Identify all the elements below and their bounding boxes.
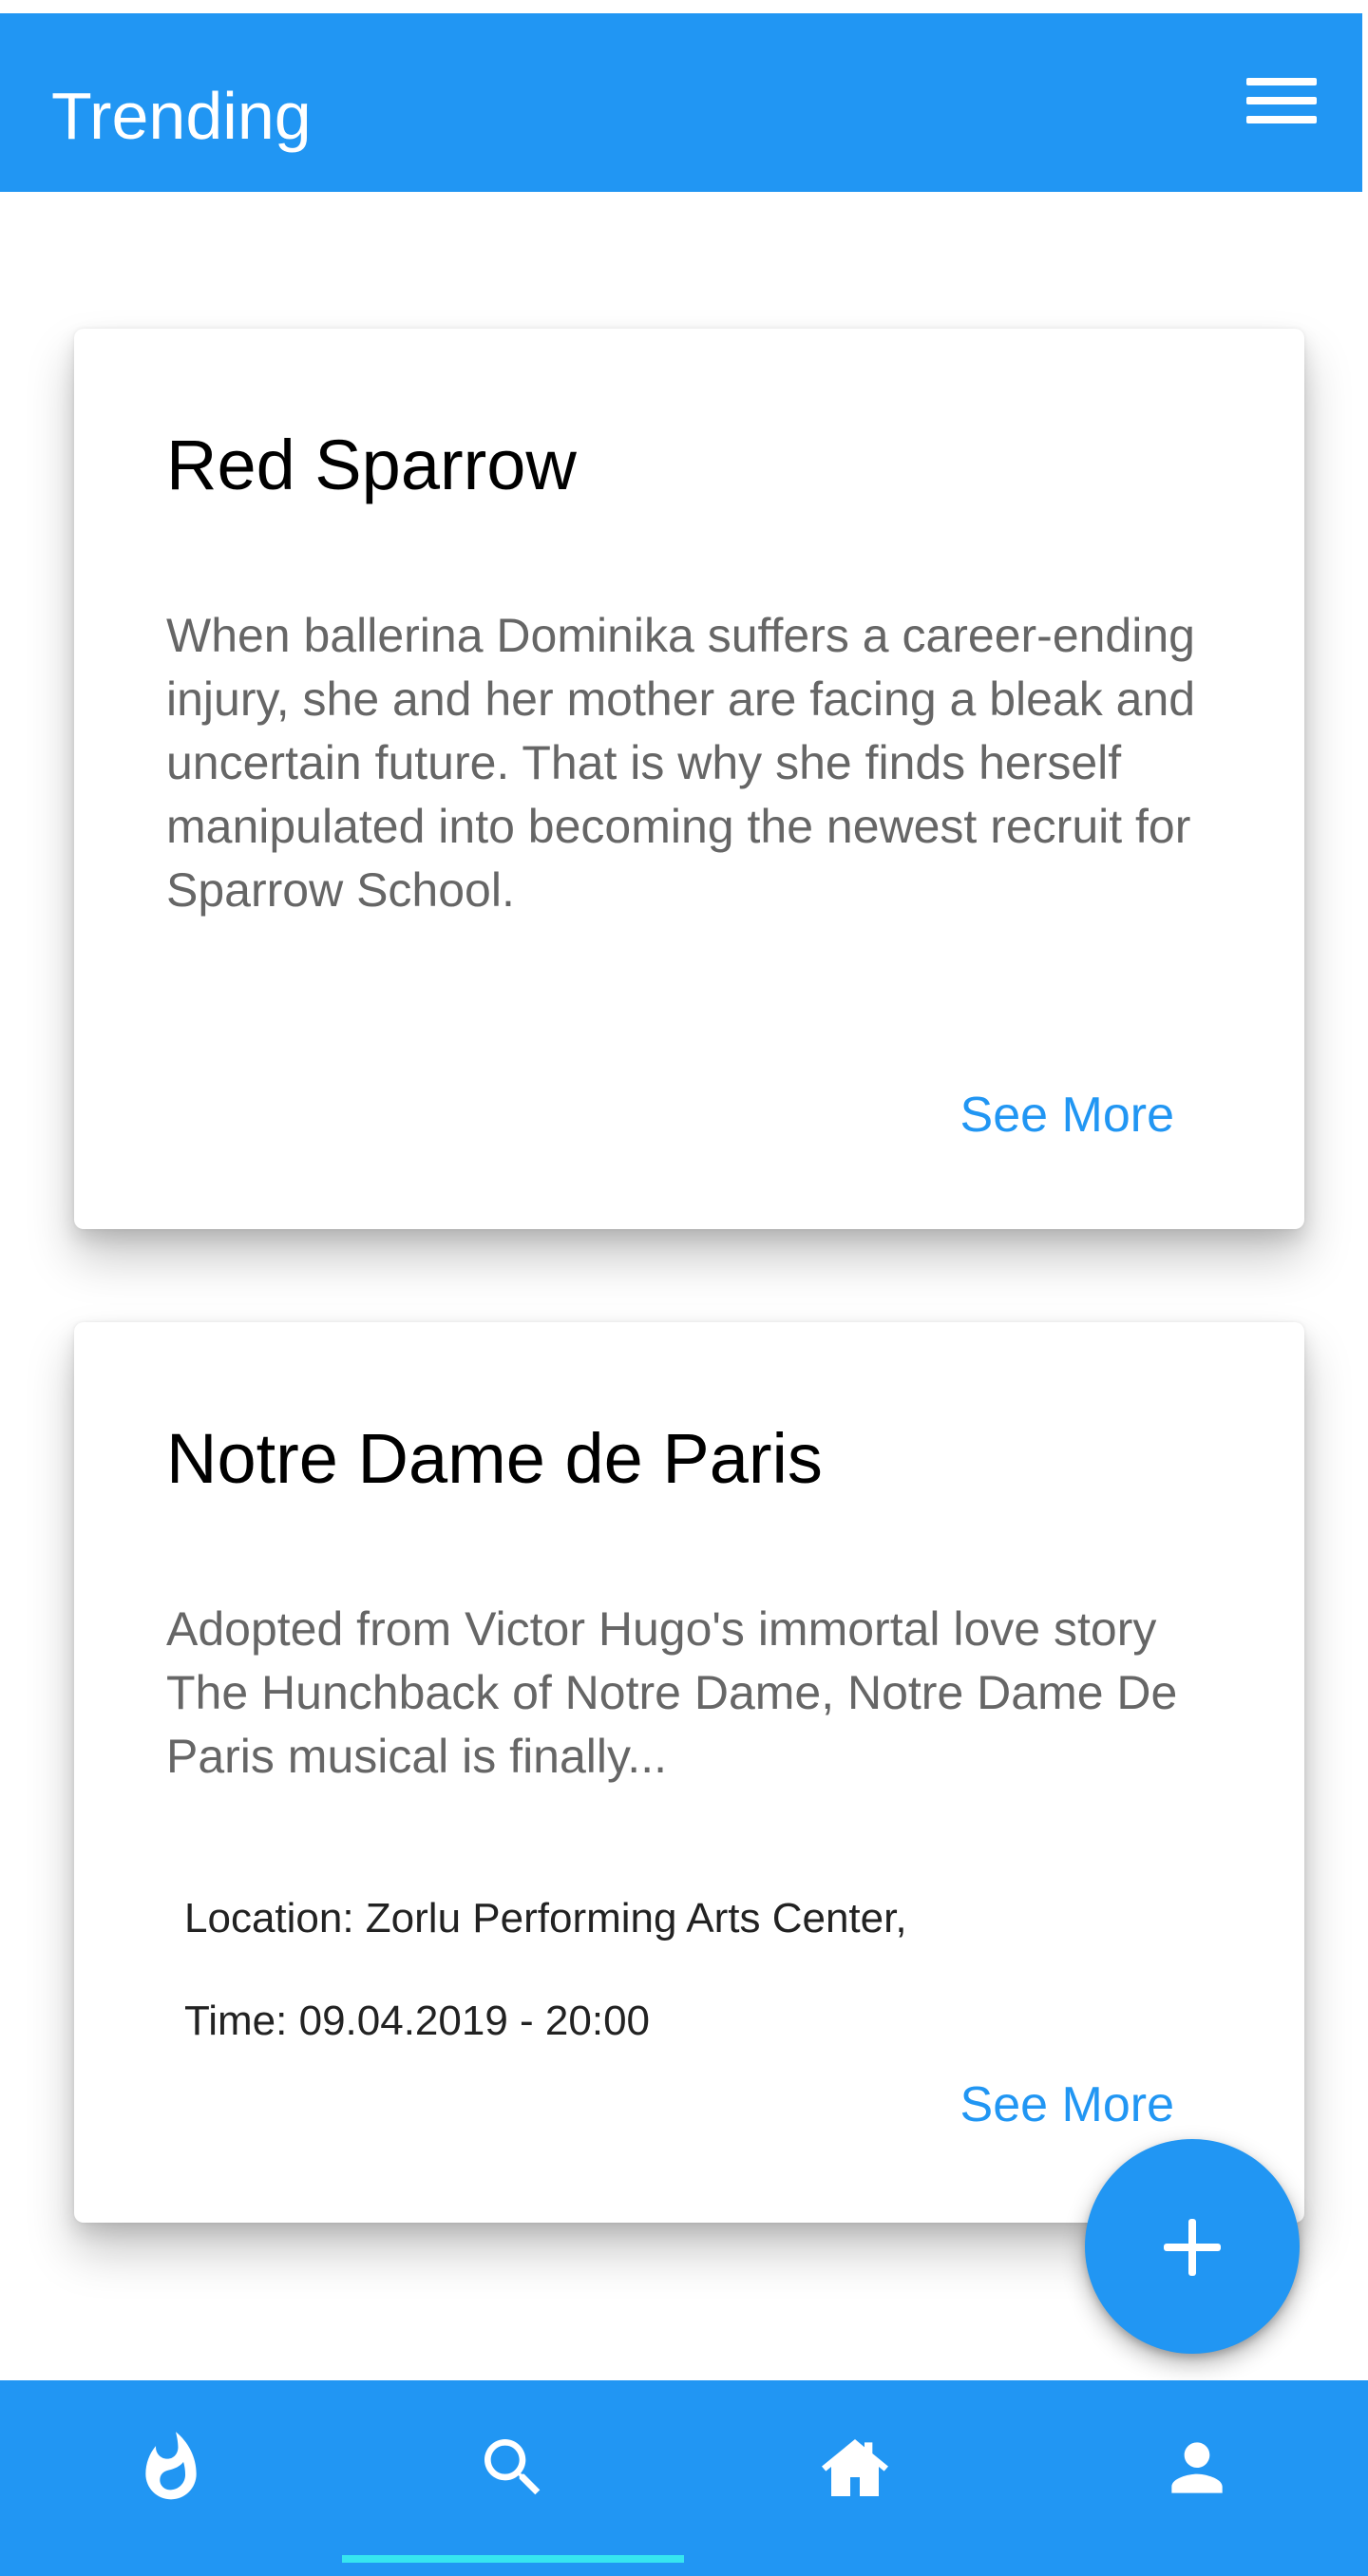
top-app-bar: Trending — [0, 13, 1362, 192]
card-description: When ballerina Dominika suffers a career… — [166, 609, 1196, 917]
app-root: Trending Red Sparrow When ballerina Domi… — [0, 0, 1368, 2576]
nav-item-trending[interactable] — [0, 2380, 342, 2576]
nav-item-profile[interactable] — [1026, 2380, 1368, 2576]
page-title: Trending — [51, 79, 312, 153]
bottom-navigation — [0, 2380, 1368, 2576]
fire-icon — [145, 2432, 197, 2500]
search-icon — [484, 2439, 541, 2495]
see-more-link[interactable]: See More — [960, 2074, 1174, 2135]
menu-bar — [1246, 116, 1317, 123]
selected-tab-indicator — [342, 2555, 684, 2563]
nav-item-home[interactable] — [684, 2380, 1026, 2576]
home-icon — [822, 2439, 888, 2496]
event-card: Red Sparrow When ballerina Dominika suff… — [74, 329, 1304, 1229]
menu-bar — [1246, 78, 1317, 85]
person-icon — [1171, 2442, 1223, 2493]
card-description: Adopted from Victor Hugo's immortal love… — [166, 1602, 1178, 1783]
add-button[interactable] — [1085, 2139, 1300, 2354]
event-time: Time: 09.04.2019 - 20:00 — [184, 1998, 651, 2044]
menu-button[interactable] — [1235, 70, 1320, 131]
card-title: Red Sparrow — [166, 426, 577, 504]
plus-vertical-bar — [1188, 2219, 1196, 2276]
event-card: Notre Dame de Paris Adopted from Victor … — [74, 1322, 1304, 2223]
menu-bar — [1246, 97, 1317, 104]
nav-item-search[interactable] — [342, 2380, 684, 2576]
event-location: Location: Zorlu Performing Arts Center, — [184, 1895, 907, 1941]
see-more-link[interactable]: See More — [960, 1085, 1174, 1146]
card-title: Notre Dame de Paris — [166, 1419, 823, 1498]
